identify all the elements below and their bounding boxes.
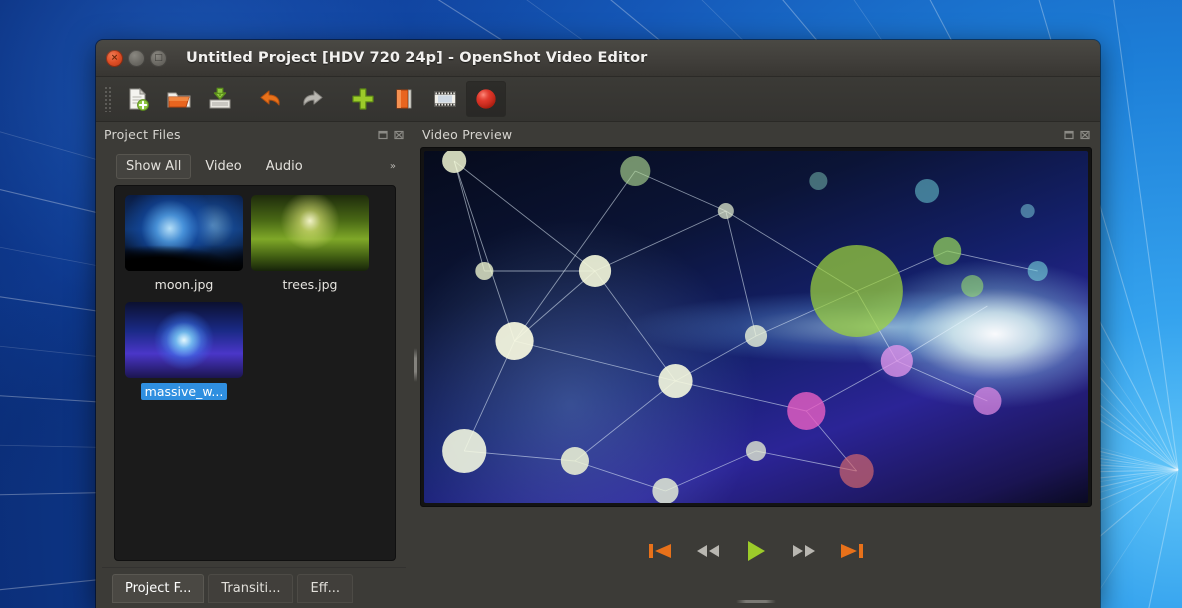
toolbar-drag-handle[interactable] xyxy=(104,86,113,112)
profile-button[interactable] xyxy=(384,81,424,117)
film-strip-right-icon xyxy=(234,302,243,378)
video-preview-header: Video Preview xyxy=(420,122,1092,147)
vertical-splitter[interactable] xyxy=(410,122,420,608)
project-files-dock: Project Files Show All Video Audio » moo… xyxy=(96,122,410,608)
float-icon[interactable] xyxy=(1063,129,1076,141)
jump-to-end-icon xyxy=(841,543,863,558)
play-button[interactable] xyxy=(743,539,769,563)
window-body: Project Files Show All Video Audio » moo… xyxy=(96,122,1100,608)
horizontal-splitter[interactable] xyxy=(420,594,1092,608)
save-project-button[interactable] xyxy=(200,81,240,117)
file-thumbnail-massive-world xyxy=(125,302,243,378)
jump-to-start-icon xyxy=(649,543,671,558)
float-icon[interactable] xyxy=(377,129,390,141)
title-bar: × □ Untitled Project [HDV 720 24p] - Ope… xyxy=(96,40,1100,77)
window-title: Untitled Project [HDV 720 24p] - OpenSho… xyxy=(186,50,648,66)
tab-effects[interactable]: Eff... xyxy=(297,573,354,603)
main-toolbar xyxy=(96,77,1100,122)
window-close-button[interactable]: × xyxy=(106,49,123,67)
undo-icon xyxy=(260,90,280,106)
file-thumbnail-trees xyxy=(251,195,369,271)
video-preview-frame xyxy=(420,147,1092,507)
fast-forward-icon xyxy=(793,544,815,557)
list-item[interactable]: massive_w... xyxy=(121,302,247,400)
open-project-icon xyxy=(167,92,191,108)
tab-transitions[interactable]: Transiti... xyxy=(208,573,294,603)
fullscreen-icon xyxy=(434,91,456,107)
list-item[interactable]: trees.jpg xyxy=(247,195,373,293)
window-minimize-button[interactable] xyxy=(128,49,145,67)
save-project-icon xyxy=(209,87,231,109)
project-files-list[interactable]: moon.jpg trees.jpg massive_w... xyxy=(114,185,396,561)
export-video-icon xyxy=(476,89,496,109)
project-files-title: Project Files xyxy=(104,127,181,142)
video-preview-title: Video Preview xyxy=(422,127,513,142)
video-preview-canvas[interactable] xyxy=(424,151,1088,503)
film-strip-left-icon xyxy=(125,302,134,378)
file-name-label: massive_w... xyxy=(140,383,228,400)
profile-icon xyxy=(396,89,412,109)
jump-to-start-button[interactable] xyxy=(647,541,673,561)
redo-button[interactable] xyxy=(292,81,332,117)
transport-controls xyxy=(420,507,1092,594)
filter-audio-button[interactable]: Audio xyxy=(256,154,313,179)
export-video-button[interactable] xyxy=(466,81,506,117)
close-icon[interactable] xyxy=(1079,129,1092,141)
window-maximize-button[interactable]: □ xyxy=(150,49,167,67)
new-project-button[interactable] xyxy=(118,81,158,117)
import-files-button[interactable] xyxy=(343,81,383,117)
list-item[interactable]: moon.jpg xyxy=(121,195,247,293)
close-icon[interactable] xyxy=(393,129,406,141)
file-name-label: moon.jpg xyxy=(154,277,214,292)
filter-show-all-button[interactable]: Show All xyxy=(116,153,192,179)
fast-forward-button[interactable] xyxy=(791,541,817,561)
video-preview-dock: Video Preview xyxy=(420,122,1100,608)
project-files-header: Project Files xyxy=(102,122,406,147)
desktop-background: × □ Untitled Project [HDV 720 24p] - Ope… xyxy=(0,0,1182,608)
jump-to-end-button[interactable] xyxy=(839,541,865,561)
network-visualization-graphic xyxy=(442,151,1048,503)
rewind-button[interactable] xyxy=(695,541,721,561)
openshot-window: × □ Untitled Project [HDV 720 24p] - Ope… xyxy=(96,40,1100,608)
fullscreen-button[interactable] xyxy=(425,81,465,117)
splitter-grip xyxy=(736,599,776,603)
file-thumbnail-moon xyxy=(125,195,243,271)
redo-icon xyxy=(303,90,323,106)
import-files-icon xyxy=(352,88,374,110)
new-project-icon xyxy=(129,87,149,111)
splitter-grip xyxy=(413,348,417,382)
filter-overflow-button[interactable]: » xyxy=(390,161,396,172)
tab-project-files[interactable]: Project F... xyxy=(112,573,205,603)
dock-tab-bar: Project F... Transiti... Eff... xyxy=(102,567,406,608)
rewind-icon xyxy=(697,544,719,557)
filter-video-button[interactable]: Video xyxy=(195,154,251,179)
file-name-label: trees.jpg xyxy=(282,277,338,292)
open-project-button[interactable] xyxy=(159,81,199,117)
file-filter-row: Show All Video Audio » xyxy=(102,147,406,185)
undo-button[interactable] xyxy=(251,81,291,117)
play-icon xyxy=(748,540,765,561)
